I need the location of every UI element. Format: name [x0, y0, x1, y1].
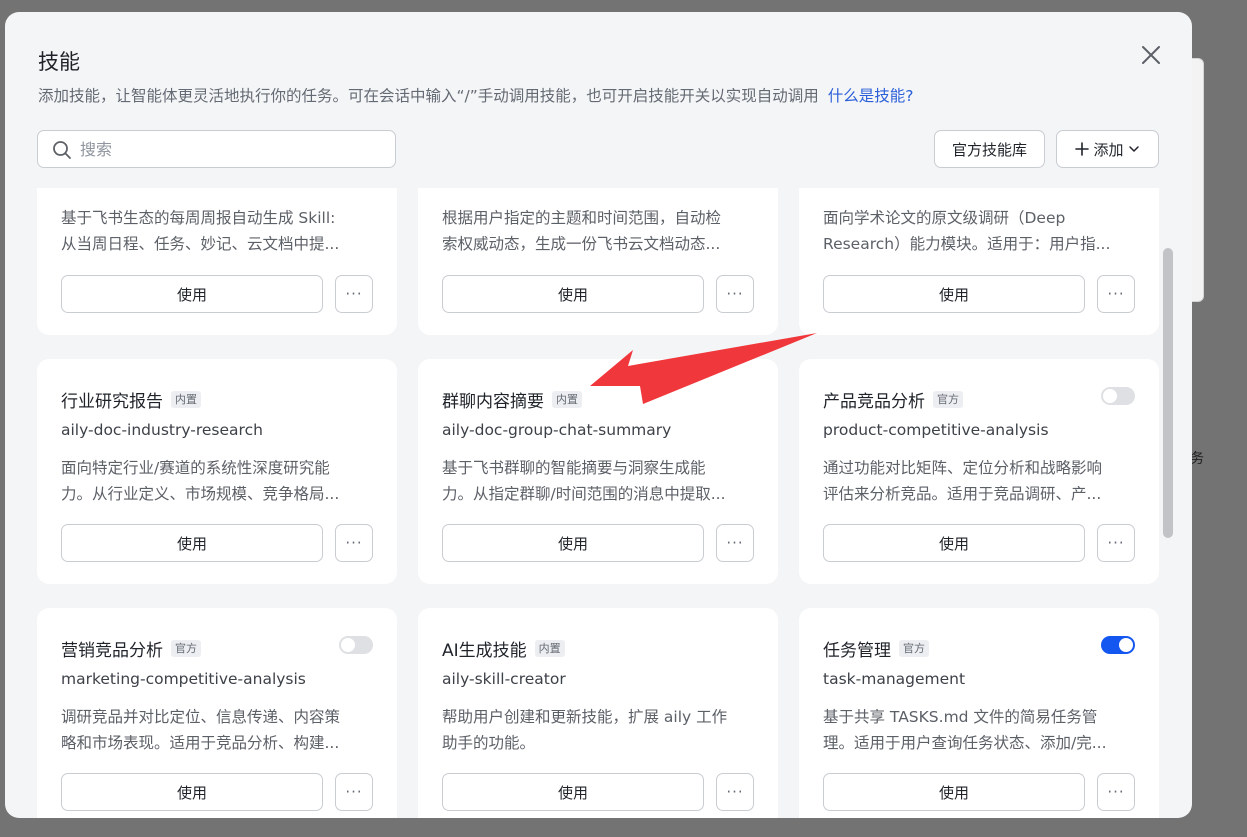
search-input[interactable] [80, 131, 380, 167]
more-options-button[interactable]: ··· [335, 275, 373, 313]
use-button[interactable]: 使用 [442, 524, 704, 562]
skill-header: 营销竞品分析 官方 [61, 636, 201, 661]
skill-tag: 内置 [534, 640, 565, 657]
use-button[interactable]: 使用 [823, 773, 1085, 811]
more-options-button[interactable]: ··· [716, 275, 754, 313]
official-library-button[interactable]: 官方技能库 [934, 130, 1045, 168]
skill-tag: 内置 [171, 391, 201, 408]
search-icon [53, 141, 71, 159]
dialog-title: 技能 [38, 50, 80, 74]
use-button[interactable]: 使用 [823, 275, 1085, 313]
skill-card: 行业研究报告 内置 aily-doc-industry-research 面向特… [37, 359, 397, 584]
skill-description: 基于飞书生态的每周周报自动生成 Skill: 从当周日程、任务、妙记、云文档中提.… [61, 209, 340, 253]
skill-tag: 官方 [171, 640, 201, 657]
more-options-button[interactable]: ··· [716, 773, 754, 811]
skill-slug: task-management [823, 670, 966, 688]
skill-card: 产品竞品分析 官方 product-competitive-analysis 通… [799, 359, 1159, 584]
use-button[interactable]: 使用 [442, 773, 704, 811]
skill-card: 根据用户指定的主题和时间范围，自动检 索权威动态，生成一份飞书云文档动态... 使… [418, 188, 778, 335]
skill-description: 面向特定行业/赛道的系统性深度研究能 力。从行业定义、市场规模、竞争格局... [61, 459, 340, 503]
skill-header: 产品竞品分析 官方 [823, 387, 963, 412]
background-text: 务 [1190, 451, 1204, 467]
more-options-button[interactable]: ··· [1097, 773, 1135, 811]
skill-card: 基于飞书生态的每周周报自动生成 Skill: 从当周日程、任务、妙记、云文档中提.… [37, 188, 397, 335]
search-box[interactable] [37, 130, 396, 168]
chevron-down-icon [1128, 146, 1139, 152]
skill-description: 面向学术论文的原文级调研（Deep Research）能力模块。适用于：用户指..… [823, 209, 1111, 253]
skill-card: 任务管理 官方 task-management 基于共享 TASKS.md 文件… [799, 608, 1159, 818]
use-button[interactable]: 使用 [823, 524, 1085, 562]
skill-header: 行业研究报告 内置 [61, 387, 201, 412]
skill-slug: aily-doc-industry-research [61, 421, 263, 439]
skill-description: 通过功能对比矩阵、定位分析和战略影响 评估来分析竞品。适用于竞品调研、产... [823, 459, 1103, 503]
skill-header: 群聊内容摘要 内置 [442, 387, 582, 412]
use-button[interactable]: 使用 [61, 773, 323, 811]
use-button[interactable]: 使用 [61, 524, 323, 562]
skill-name: 营销竞品分析 [61, 641, 163, 661]
skill-description: 调研竞品并对比定位、信息传递、内容策 略和市场表现。适用于竞品分析、构建... [61, 708, 341, 752]
skill-tag: 官方 [933, 391, 963, 408]
help-link[interactable]: 什么是技能? [828, 87, 914, 105]
skill-description: 帮助用户创建和更新技能，扩展 aily 工作 助手的功能。 [442, 708, 728, 752]
skill-name: 产品竞品分析 [823, 392, 925, 412]
more-options-button[interactable]: ··· [335, 773, 373, 811]
skill-name: 群聊内容摘要 [442, 392, 544, 412]
use-button[interactable]: 使用 [61, 275, 323, 313]
skill-tag: 内置 [552, 391, 582, 408]
skills-dialog: 技能 添加技能，让智能体更灵活地执行你的任务。可在会话中输入“/”手动调用技能，… [5, 12, 1192, 818]
more-options-button[interactable]: ··· [1097, 524, 1135, 562]
skill-card: 面向学术论文的原文级调研（Deep Research）能力模块。适用于：用户指..… [799, 188, 1159, 335]
skill-card: 营销竞品分析 官方 marketing-competitive-analysis… [37, 608, 397, 818]
skill-slug: product-competitive-analysis [823, 421, 1049, 439]
skill-slug: aily-skill-creator [442, 670, 566, 688]
skill-name: 任务管理 [823, 641, 891, 661]
more-options-button[interactable]: ··· [716, 524, 754, 562]
skill-slug: aily-doc-group-chat-summary [442, 421, 672, 439]
skill-tag: 官方 [899, 640, 929, 657]
add-button[interactable]: 添加 [1056, 130, 1159, 168]
add-button-label: 添加 [1093, 140, 1124, 159]
more-options-button[interactable]: ··· [335, 524, 373, 562]
skill-name: AI生成技能 [442, 641, 527, 661]
skill-slug: marketing-competitive-analysis [61, 670, 306, 688]
more-options-button[interactable]: ··· [1097, 275, 1135, 313]
skills-grid: 基于飞书生态的每周周报自动生成 Skill: 从当周日程、任务、妙记、云文档中提.… [5, 188, 1192, 818]
skill-description: 基于飞书群聊的智能摘要与洞察生成能 力。从指定群聊/时间范围的消息中提取... [442, 459, 726, 503]
skill-header: 任务管理 官方 [823, 636, 929, 661]
skill-toggle[interactable] [1101, 636, 1135, 654]
scrollbar[interactable] [1163, 248, 1173, 538]
description-text: 添加技能，让智能体更灵活地执行你的任务。可在会话中输入“/”手动调用技能，也可开… [38, 87, 819, 105]
skill-toggle[interactable] [1101, 387, 1135, 405]
skill-description: 根据用户指定的主题和时间范围，自动检 索权威动态，生成一份飞书云文档动态... [442, 209, 722, 253]
plus-icon [1075, 142, 1090, 156]
dialog-description: 添加技能，让智能体更灵活地执行你的任务。可在会话中输入“/”手动调用技能，也可开… [38, 84, 913, 106]
close-icon[interactable] [1138, 42, 1164, 68]
skill-toggle[interactable] [339, 636, 373, 654]
skill-card: AI生成技能 内置 aily-skill-creator 帮助用户创建和更新技能… [418, 608, 778, 818]
skill-name: 行业研究报告 [61, 392, 163, 412]
use-button[interactable]: 使用 [442, 275, 704, 313]
skill-header: AI生成技能 内置 [442, 636, 565, 661]
skill-description: 基于共享 TASKS.md 文件的简易任务管 理。适用于用户查询任务状态、添加/完… [823, 708, 1107, 752]
skill-card: 群聊内容摘要 内置 aily-doc-group-chat-summary 基于… [418, 359, 778, 584]
